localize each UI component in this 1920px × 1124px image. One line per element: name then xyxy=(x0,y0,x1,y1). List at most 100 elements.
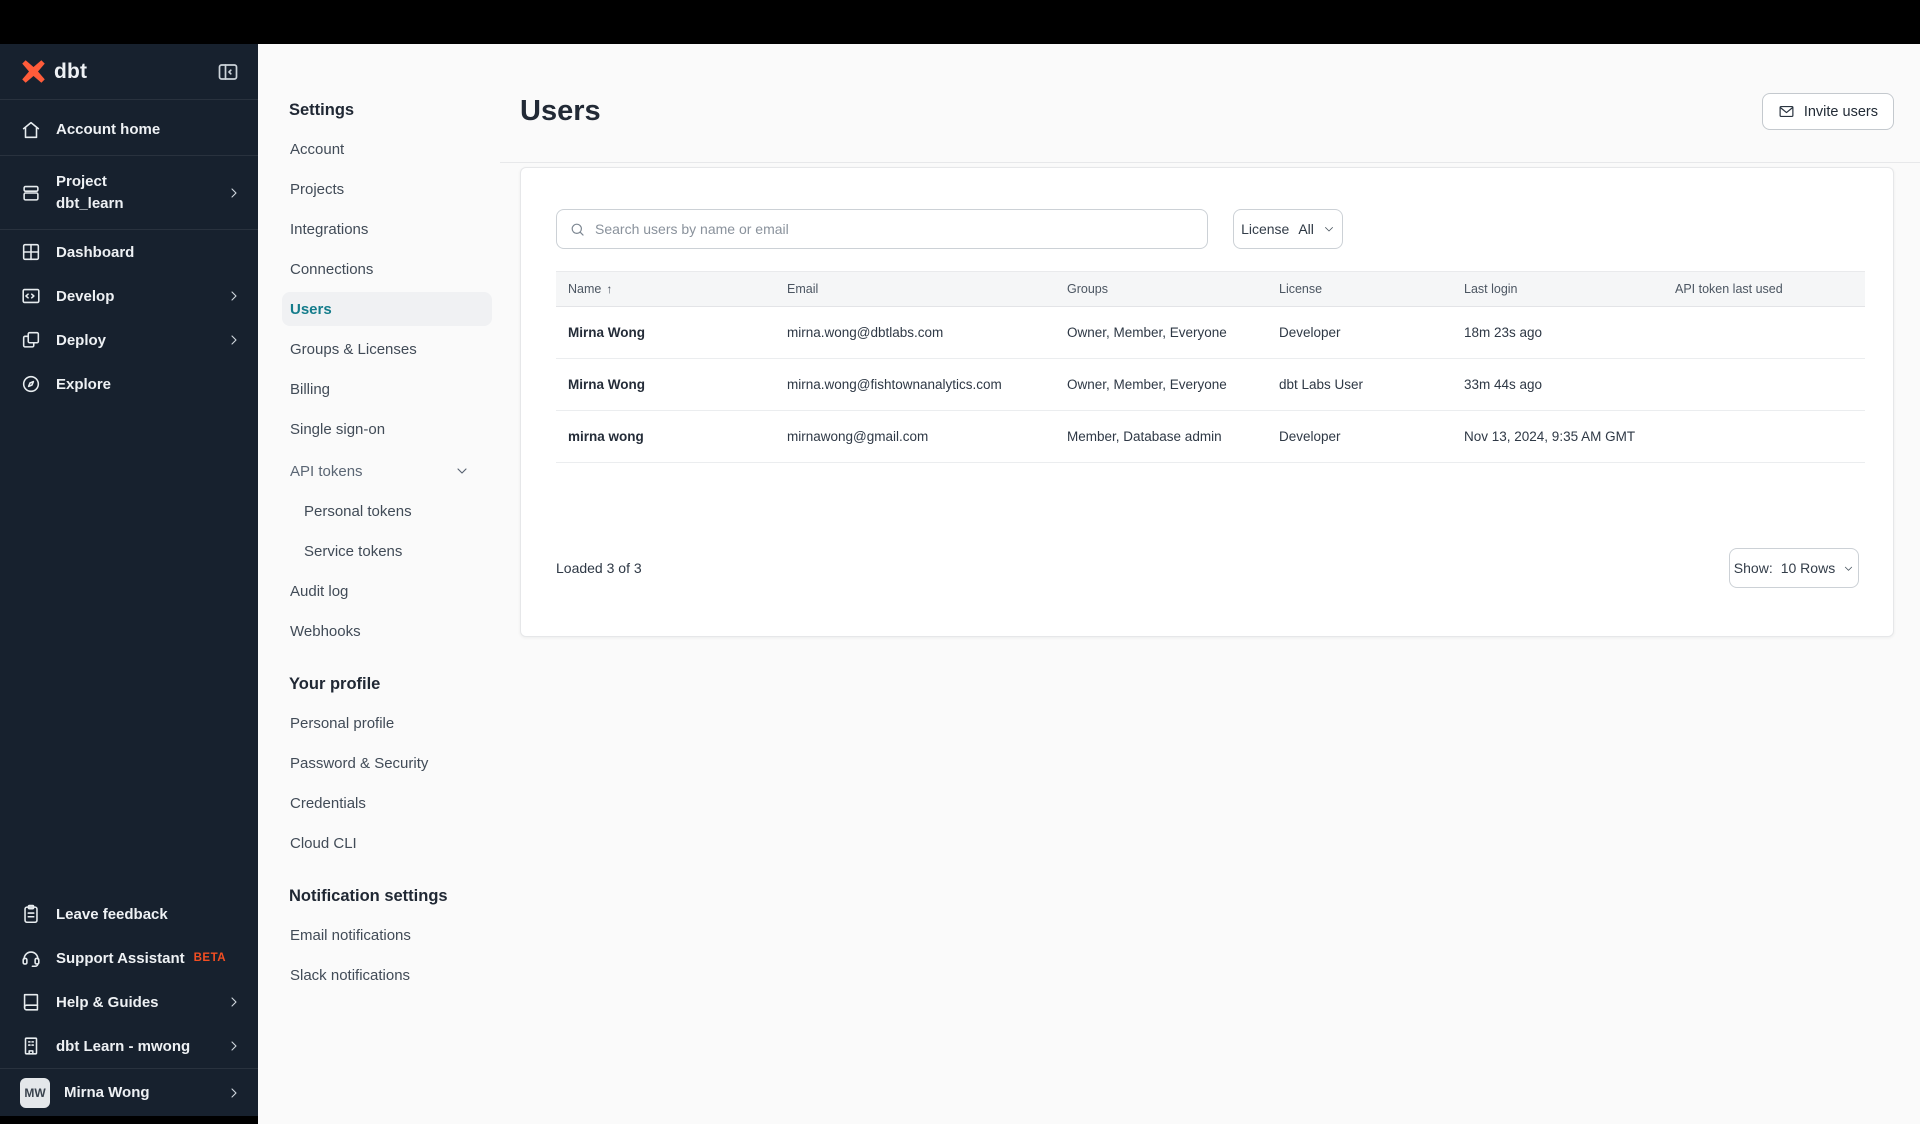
project-box-icon xyxy=(23,185,39,201)
avatar: MW xyxy=(20,1077,50,1108)
settings-nav-item-cloud-cli[interactable]: Cloud CLI xyxy=(282,826,492,860)
sidebar-item-label: Leave feedback xyxy=(56,905,168,923)
settings-nav-item-users[interactable]: Users xyxy=(282,292,492,326)
sort-ascending-icon: ↑ xyxy=(606,282,613,296)
sidebar-item-explore[interactable]: Explore xyxy=(0,362,258,406)
nav-label: Billing xyxy=(290,380,331,398)
sidebar-item-label: Help & Guides xyxy=(56,993,159,1011)
users-card: License All Name ↑ Email Groups License … xyxy=(520,167,1894,637)
main-area: Users Invite users License A xyxy=(500,44,1920,1124)
sidebar-item-dashboard[interactable]: Dashboard xyxy=(0,230,258,274)
chevron-right-icon xyxy=(231,291,237,301)
nav-label: Slack notifications xyxy=(290,966,411,984)
notification-section-title: Notification settings xyxy=(289,886,448,905)
license-filter-dropdown[interactable]: License All xyxy=(1233,209,1343,249)
book-icon xyxy=(23,993,39,1011)
nav-label: Credentials xyxy=(290,794,366,812)
invite-users-button[interactable]: Invite users xyxy=(1761,93,1894,130)
top-black-bar xyxy=(0,0,1920,44)
nav-label: Integrations xyxy=(290,220,369,238)
column-header-groups[interactable]: Groups xyxy=(1055,282,1267,296)
chevron-right-icon xyxy=(231,187,237,198)
search-input[interactable] xyxy=(595,221,1195,237)
header-label: License xyxy=(1279,282,1323,296)
settings-nav-item-personal-tokens[interactable]: Personal tokens xyxy=(282,494,492,528)
headset-icon xyxy=(22,951,40,968)
column-header-email[interactable]: Email xyxy=(775,282,1055,296)
cell-last-login: 18m 23s ago xyxy=(1464,325,1543,340)
table-row[interactable]: mirna wong mirnawong@gmail.com Member, D… xyxy=(556,411,1865,463)
settings-nav-item-projects[interactable]: Projects xyxy=(282,172,492,206)
table-header-row: Name ↑ Email Groups License Last login A… xyxy=(556,271,1865,307)
table-row[interactable]: Mirna Wong mirna.wong@fishtownanalytics.… xyxy=(556,359,1865,411)
dashboard-grid-icon xyxy=(22,243,40,261)
license-filter-value: All xyxy=(1298,221,1314,237)
column-header-name[interactable]: Name ↑ xyxy=(556,282,775,296)
settings-nav-item-billing[interactable]: Billing xyxy=(282,372,492,406)
sidebar-user-menu[interactable]: MW Mirna Wong xyxy=(0,1068,258,1116)
settings-nav-item-connections[interactable]: Connections xyxy=(282,252,492,286)
sidebar-item-support-assistant[interactable]: Support Assistant BETA xyxy=(0,936,258,980)
nav-label: Connections xyxy=(290,260,374,278)
invite-users-label: Invite users xyxy=(1803,103,1878,120)
settings-nav-item-personal-profile[interactable]: Personal profile xyxy=(282,706,492,740)
sidebar-item-label: Support Assistant xyxy=(56,949,185,967)
profile-section-title: Your profile xyxy=(289,674,381,693)
deploy-windows-icon xyxy=(22,331,40,348)
chevron-right-icon xyxy=(231,997,237,1007)
settings-nav: Settings Account Projects Integrations C… xyxy=(258,44,500,1124)
sidebar: dbt Account home Project dbt_learn Dashb… xyxy=(0,44,258,1124)
settings-nav-item-api-tokens[interactable]: API tokens xyxy=(282,454,492,488)
nav-label: Account xyxy=(290,140,345,158)
users-table: Name ↑ Email Groups License Last login A… xyxy=(556,271,1865,463)
header-label: Email xyxy=(787,282,819,296)
sidebar-item-leave-feedback[interactable]: Leave feedback xyxy=(0,892,258,936)
compass-icon xyxy=(22,375,40,393)
cell-groups: Owner, Member, Everyone xyxy=(1067,377,1227,392)
settings-nav-item-email-notifications[interactable]: Email notifications xyxy=(282,918,492,952)
settings-nav-item-password-security[interactable]: Password & Security xyxy=(282,746,492,780)
nav-label: API tokens xyxy=(290,462,363,480)
header-label: Last login xyxy=(1464,282,1518,296)
column-header-last-login[interactable]: Last login xyxy=(1452,282,1663,296)
settings-nav-item-single-sign-on[interactable]: Single sign-on xyxy=(282,412,492,446)
cell-last-login: 33m 44s ago xyxy=(1464,377,1543,392)
settings-nav-item-credentials[interactable]: Credentials xyxy=(282,786,492,820)
sidebar-item-label: Deploy xyxy=(56,331,107,349)
sidebar-item-deploy[interactable]: Deploy xyxy=(0,318,258,362)
cell-name: Mirna Wong xyxy=(568,377,645,392)
sidebar-item-label: Dashboard xyxy=(56,243,135,261)
loaded-status: Loaded 3 of 3 xyxy=(556,560,642,576)
clipboard-icon xyxy=(24,904,38,924)
settings-nav-item-account[interactable]: Account xyxy=(282,132,492,166)
nav-label: Users xyxy=(290,300,332,318)
show-label: Show: xyxy=(1733,560,1773,576)
sidebar-item-project[interactable]: Project dbt_learn xyxy=(0,156,258,230)
sidebar-item-develop[interactable]: Develop xyxy=(0,274,258,318)
column-header-license[interactable]: License xyxy=(1267,282,1452,296)
cell-license: Developer xyxy=(1279,429,1341,444)
sidebar-item-label: Develop xyxy=(56,287,115,305)
settings-nav-item-slack-notifications[interactable]: Slack notifications xyxy=(282,958,492,992)
settings-nav-item-audit-log[interactable]: Audit log xyxy=(282,574,492,608)
sidebar-collapse-button[interactable] xyxy=(216,60,240,84)
cell-email: mirnawong@gmail.com xyxy=(787,429,929,444)
settings-nav-item-groups-licenses[interactable]: Groups & Licenses xyxy=(282,332,492,366)
table-row[interactable]: Mirna Wong mirna.wong@dbtlabs.com Owner,… xyxy=(556,307,1865,359)
chevron-right-icon xyxy=(231,1087,237,1098)
settings-nav-item-integrations[interactable]: Integrations xyxy=(282,212,492,246)
chevron-right-icon xyxy=(231,335,237,345)
settings-nav-item-webhooks[interactable]: Webhooks xyxy=(282,614,492,648)
search-icon xyxy=(571,223,584,236)
chevron-right-icon xyxy=(231,1041,237,1051)
nav-label: Projects xyxy=(290,180,345,198)
rows-per-page-dropdown[interactable]: Show: 10 Rows xyxy=(1729,548,1859,588)
sidebar-item-help-guides[interactable]: Help & Guides xyxy=(0,980,258,1024)
sidebar-item-account-home[interactable]: Account home xyxy=(0,104,258,156)
sidebar-item-dbt-learn-account[interactable]: dbt Learn - mwong xyxy=(0,1024,258,1068)
column-header-api-token[interactable]: API token last used xyxy=(1663,282,1865,296)
cell-email: mirna.wong@fishtownanalytics.com xyxy=(787,377,1002,392)
sidebar-item-sublabel: dbt_learn xyxy=(56,194,124,212)
settings-nav-item-service-tokens[interactable]: Service tokens xyxy=(282,534,492,568)
cell-last-login: Nov 13, 2024, 9:35 AM GMT xyxy=(1464,429,1636,444)
